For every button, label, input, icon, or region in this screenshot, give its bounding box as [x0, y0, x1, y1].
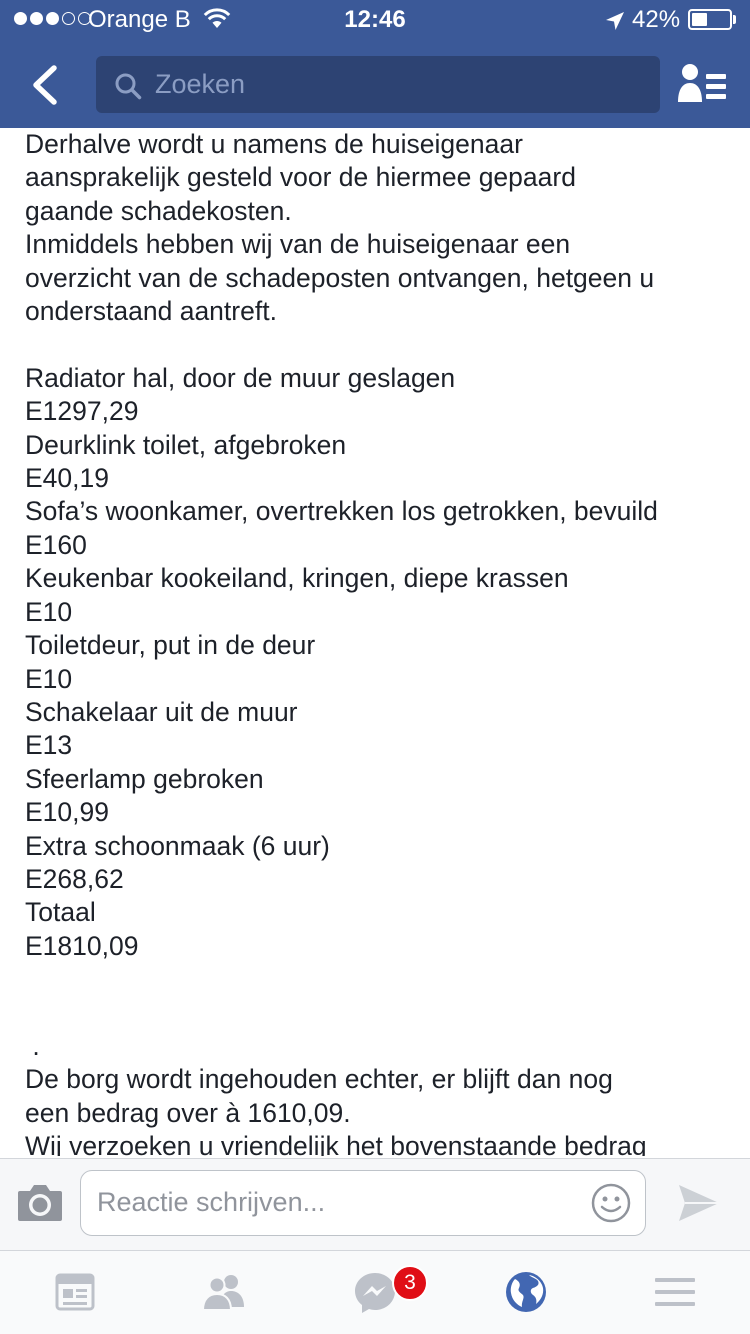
status-bar: Orange B 12:46 42% [0, 0, 750, 42]
person-list-icon[interactable] [676, 62, 730, 106]
smiley-icon[interactable] [590, 1182, 632, 1224]
location-arrow-icon [606, 12, 624, 30]
search-bar[interactable]: Zoeken [96, 56, 660, 113]
post-line: Keukenbar kookeiland, kringen, diepe kra… [25, 563, 569, 594]
post-line: Totaal [25, 897, 96, 928]
post-line: Toiletdeur, put in de deur [25, 630, 316, 661]
post-line: een bedrag over à 1610,09. [25, 1097, 351, 1128]
post-line: De borg wordt ingehouden echter, er blij… [25, 1064, 613, 1095]
messenger-badge: 3 [392, 1265, 428, 1301]
post-line: gaande schadekosten. [25, 195, 292, 226]
post-line: Wij verzoeken u vriendelijk het bovensta… [25, 1131, 647, 1156]
post-line: E1810,09 [25, 930, 139, 961]
battery-icon [688, 9, 732, 30]
post-line: E13 [25, 730, 73, 761]
post-line: E1297,29 [25, 396, 139, 427]
post-line: Deurklink toilet, afgebroken [25, 429, 347, 460]
post-line: Radiator hal, door de muur geslagen [25, 362, 456, 393]
messenger-icon[interactable] [352, 1269, 398, 1315]
post-line: Derhalve wordt u namens de huiseigenaar [25, 129, 523, 159]
battery-level [692, 13, 707, 26]
comment-placeholder: Reactie schrijven... [97, 1187, 326, 1217]
news-feed-icon[interactable] [52, 1269, 98, 1315]
post-line: aansprakelijk gesteld voor de hiermee ge… [25, 162, 576, 193]
search-icon [115, 73, 142, 100]
battery-percent: 42% [632, 6, 681, 33]
send-icon[interactable] [676, 1181, 722, 1225]
globe-icon[interactable] [503, 1269, 549, 1315]
post-line: Schakelaar uit de muur [25, 696, 298, 727]
post-line: E10 [25, 596, 73, 627]
chevron-left-icon[interactable] [26, 62, 66, 108]
tab-bar: 3 [0, 1250, 750, 1334]
top-header: Orange B 12:46 42% Zoeken [0, 0, 750, 128]
comment-input[interactable]: Reactie schrijven... [80, 1170, 646, 1236]
post-content: Derhalve wordt u namens de huiseigenaar a… [0, 128, 750, 1156]
comment-bar: Reactie schrijven... [0, 1158, 750, 1250]
post-text: Derhalve wordt u namens de huiseigenaar a… [25, 128, 745, 1156]
post-line [25, 963, 745, 996]
post-line: Extra schoonmaak (6 uur) [25, 830, 330, 861]
post-line: E268,62 [25, 863, 124, 894]
post-line: E10 [25, 663, 73, 694]
post-line [25, 328, 745, 361]
battery-tip [733, 15, 736, 24]
post-line: E40,19 [25, 463, 109, 494]
menu-icon[interactable] [652, 1269, 698, 1315]
friends-icon[interactable] [201, 1269, 247, 1315]
post-line: E160 [25, 529, 87, 560]
post-line: Inmiddels hebben wij van de huiseigenaar… [25, 229, 571, 260]
post-line: E10,99 [25, 797, 109, 828]
post-line [25, 997, 745, 1030]
post-line: overzicht van de schadeposten ontvangen,… [25, 262, 655, 293]
post-line: onderstaand aantreft. [25, 296, 277, 327]
camera-icon[interactable] [16, 1181, 64, 1223]
post-line: Sfeerlamp gebroken [25, 763, 264, 794]
post-line: Sofa’s woonkamer, overtrekken los getrok… [25, 496, 658, 527]
search-input[interactable]: Zoeken [155, 69, 245, 100]
post-line: . [25, 1030, 40, 1061]
